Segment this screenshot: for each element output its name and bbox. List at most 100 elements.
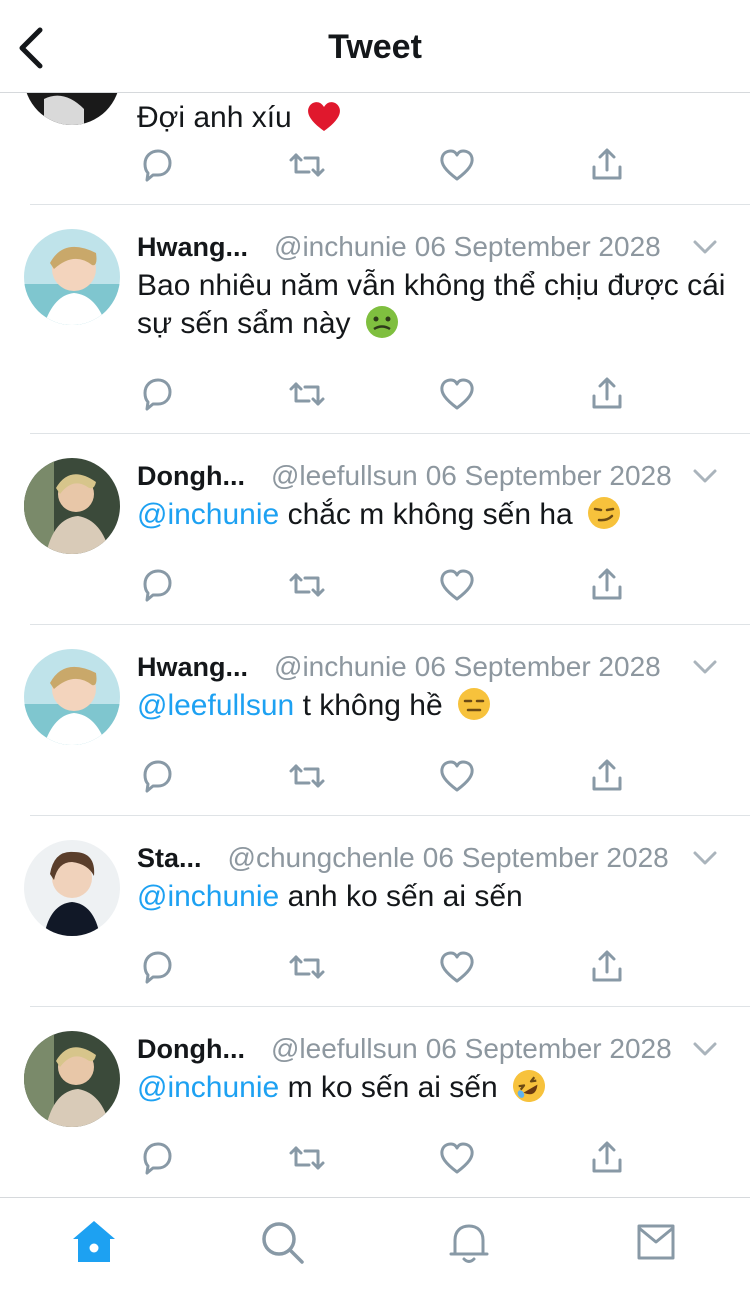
tweet-date: 06 September 2028 bbox=[425, 1033, 672, 1064]
retweet-button[interactable] bbox=[287, 145, 327, 185]
retweet-icon bbox=[289, 764, 325, 788]
display-name[interactable]: Sta... bbox=[137, 843, 202, 874]
avatar[interactable] bbox=[24, 840, 120, 936]
bell-icon bbox=[449, 1224, 489, 1263]
share-icon bbox=[592, 950, 622, 982]
mail-icon bbox=[637, 1224, 675, 1260]
smirking-face-emoji bbox=[587, 496, 621, 530]
like-icon bbox=[440, 951, 474, 983]
user-handle[interactable]: @chungchenle bbox=[228, 842, 415, 874]
tweet-body: Đợi anh xíu bbox=[137, 101, 292, 134]
avatar[interactable] bbox=[24, 93, 120, 125]
user-handle[interactable]: @inchunie bbox=[274, 651, 407, 683]
tweet[interactable]: Dongh... @leefullsun 06 September 2028 @… bbox=[0, 434, 750, 625]
reply-icon bbox=[143, 951, 172, 984]
tweet-body: m ko sến ai sến bbox=[287, 1071, 498, 1104]
tweet-text: Bao nhiêu năm vẫn không thể chịu được cá… bbox=[137, 267, 727, 343]
share-button[interactable] bbox=[587, 756, 627, 796]
avatar[interactable] bbox=[24, 649, 120, 745]
share-button[interactable] bbox=[587, 374, 627, 414]
retweet-button[interactable] bbox=[287, 374, 327, 414]
like-icon bbox=[440, 378, 474, 410]
reply-button[interactable] bbox=[137, 565, 177, 605]
like-button[interactable] bbox=[437, 374, 477, 414]
like-button[interactable] bbox=[437, 947, 477, 987]
share-icon bbox=[592, 759, 622, 791]
tweet-body: Bao nhiêu năm vẫn không thể chịu được cá… bbox=[137, 269, 726, 340]
retweet-button[interactable] bbox=[287, 565, 327, 605]
expressionless-face-emoji bbox=[457, 687, 491, 721]
chevron-down-icon bbox=[693, 851, 717, 865]
tweet-actions bbox=[137, 947, 637, 987]
like-button[interactable] bbox=[437, 145, 477, 185]
share-button[interactable] bbox=[587, 565, 627, 605]
share-button[interactable] bbox=[587, 947, 627, 987]
mention-link[interactable]: @inchunie bbox=[137, 1071, 279, 1104]
tweet-menu-button[interactable] bbox=[690, 234, 720, 260]
display-name[interactable]: Hwang... bbox=[137, 232, 248, 263]
search-icon bbox=[262, 1222, 304, 1264]
tweet-header: Hwang... @inchunie 06 September 2028 bbox=[137, 227, 720, 267]
reply-button[interactable] bbox=[137, 145, 177, 185]
tweet-menu-button[interactable] bbox=[690, 654, 720, 680]
tweet-header: Dongh... @leefullsun 06 September 2028 bbox=[137, 456, 720, 496]
tweet-partial[interactable]: Đợi anh xíu bbox=[0, 93, 750, 205]
display-name[interactable]: Hwang... bbox=[137, 652, 248, 683]
mention-link[interactable]: @inchunie bbox=[137, 880, 279, 913]
display-name[interactable]: Dongh... bbox=[137, 461, 245, 492]
reply-button[interactable] bbox=[137, 374, 177, 414]
retweet-button[interactable] bbox=[287, 1138, 327, 1178]
avatar[interactable] bbox=[24, 229, 120, 325]
chevron-down-icon bbox=[693, 1042, 717, 1056]
user-handle[interactable]: @inchunie bbox=[274, 231, 407, 263]
home-icon bbox=[73, 1221, 115, 1262]
mention-link[interactable]: @leefullsun bbox=[137, 689, 294, 722]
tab-notifications[interactable] bbox=[445, 1218, 493, 1266]
tab-home[interactable] bbox=[70, 1218, 118, 1266]
user-handle[interactable]: @leefullsun bbox=[271, 1033, 418, 1065]
tweet[interactable]: Sta... @chungchenle 06 September 2028 @i… bbox=[0, 816, 750, 1007]
tab-search[interactable] bbox=[258, 1218, 306, 1266]
tweet-date: 06 September 2028 bbox=[414, 231, 661, 262]
tweet-menu-button[interactable] bbox=[690, 463, 720, 489]
tweet-text: @leefullsun t không hề bbox=[137, 687, 737, 725]
retweet-icon bbox=[289, 153, 325, 177]
like-button[interactable] bbox=[437, 756, 477, 796]
mention-link[interactable]: @inchunie bbox=[137, 498, 279, 531]
tweet-menu-button[interactable] bbox=[690, 845, 720, 871]
avatar[interactable] bbox=[24, 458, 120, 554]
tweet[interactable]: Hwang... @inchunie 06 September 2028 Bao… bbox=[0, 205, 750, 434]
like-icon bbox=[440, 760, 474, 792]
tweet-menu-button[interactable] bbox=[690, 1036, 720, 1062]
retweet-icon bbox=[289, 382, 325, 406]
reply-button[interactable] bbox=[137, 947, 177, 987]
reply-button[interactable] bbox=[137, 756, 177, 796]
tweet-date: 06 September 2028 bbox=[425, 460, 672, 491]
share-button[interactable] bbox=[587, 1138, 627, 1178]
avatar[interactable] bbox=[24, 1031, 120, 1127]
retweet-button[interactable] bbox=[287, 947, 327, 987]
share-icon bbox=[592, 148, 622, 180]
reply-button[interactable] bbox=[137, 1138, 177, 1178]
tweet[interactable]: Hwang... @inchunie 06 September 2028 @le… bbox=[0, 625, 750, 816]
like-icon bbox=[440, 569, 474, 601]
like-button[interactable] bbox=[437, 1138, 477, 1178]
retweet-button[interactable] bbox=[287, 756, 327, 796]
user-handle[interactable]: @leefullsun bbox=[271, 460, 418, 492]
tweet-text: @inchunie chắc m không sến ha bbox=[137, 496, 737, 534]
reply-icon bbox=[143, 1142, 172, 1175]
reply-icon bbox=[143, 378, 172, 411]
share-icon bbox=[592, 1141, 622, 1173]
reply-icon bbox=[143, 149, 172, 182]
tweet-body: t không hề bbox=[302, 689, 443, 722]
tweet-text: @inchunie anh ko sến ai sến bbox=[137, 878, 737, 916]
tweet-body: anh ko sến ai sến bbox=[287, 880, 523, 913]
tweet[interactable]: Dongh... @leefullsun 06 September 2028 @… bbox=[0, 1007, 750, 1197]
top-nav-bar: Tweet bbox=[0, 0, 750, 93]
nauseated-face-emoji bbox=[365, 305, 399, 339]
reply-icon bbox=[143, 760, 172, 793]
like-button[interactable] bbox=[437, 565, 477, 605]
share-button[interactable] bbox=[587, 145, 627, 185]
display-name[interactable]: Dongh... bbox=[137, 1034, 245, 1065]
tab-messages[interactable] bbox=[633, 1218, 681, 1266]
